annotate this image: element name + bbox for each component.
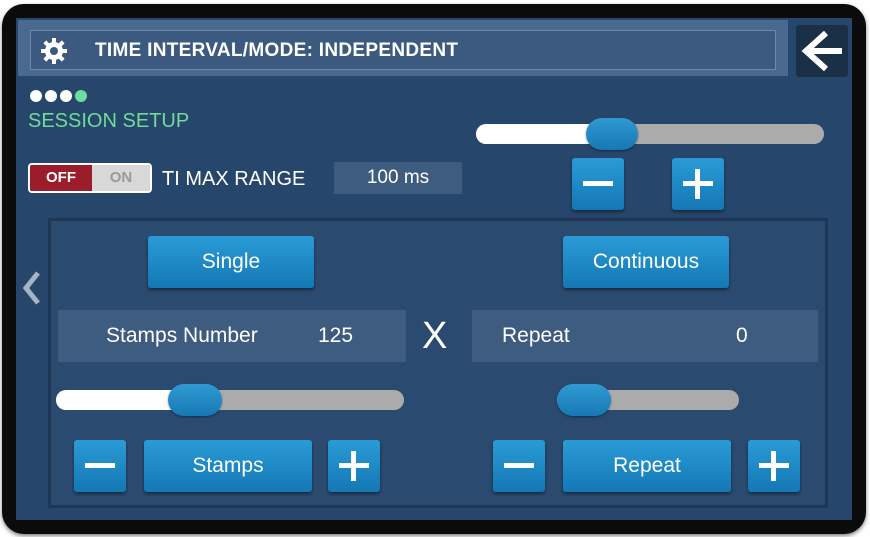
ti-max-range-toggle[interactable]: OFF ON (28, 163, 152, 193)
multiply-sign: X (422, 315, 448, 357)
back-button[interactable] (796, 25, 848, 77)
repeat-value: 0 (736, 324, 748, 347)
step-dot (30, 90, 42, 102)
gear-icon[interactable] (41, 38, 67, 64)
plus-icon (759, 451, 789, 481)
repeat-label: Repeat (502, 324, 570, 347)
step-dot (45, 90, 57, 102)
stamps-increase-button[interactable] (328, 440, 380, 492)
repeat-box: Repeat 0 (472, 310, 818, 362)
plus-icon (339, 451, 369, 481)
repeat-decrease-button[interactable] (493, 440, 545, 492)
repeat-button[interactable]: Repeat (563, 440, 731, 492)
stamps-number-label: Stamps Number (106, 324, 258, 347)
ti-max-range-slider[interactable] (476, 118, 824, 150)
ti-max-range-label: TI MAX RANGE (162, 168, 306, 190)
minus-icon (504, 463, 534, 468)
step-dot (60, 90, 72, 102)
screen: TIME INTERVAL/MODE: INDEPENDENT SESSION … (16, 18, 852, 520)
page-title: TIME INTERVAL/MODE: INDEPENDENT (95, 40, 459, 61)
ti-decrease-button[interactable] (572, 158, 624, 210)
minus-icon (583, 181, 613, 186)
ti-max-range-value: 100 ms (334, 162, 462, 194)
slider-thumb[interactable] (168, 384, 222, 416)
repeat-increase-button[interactable] (748, 440, 800, 492)
ti-increase-button[interactable] (672, 158, 724, 210)
device-frame: TIME INTERVAL/MODE: INDEPENDENT SESSION … (2, 4, 866, 534)
session-setup-label: SESSION SETUP (28, 110, 190, 132)
toggle-off-label: OFF (30, 165, 92, 191)
slider-thumb[interactable] (586, 118, 638, 150)
step-dot-current (75, 90, 87, 102)
single-button[interactable]: Single (148, 236, 314, 288)
toggle-on-label: ON (92, 165, 150, 191)
slider-thumb[interactable] (557, 384, 611, 416)
title-bar: TIME INTERVAL/MODE: INDEPENDENT (18, 20, 788, 76)
arrow-left-icon (801, 30, 842, 72)
plus-icon (683, 169, 713, 199)
stamps-number-value: 125 (318, 324, 354, 347)
stamps-button[interactable]: Stamps (144, 440, 312, 492)
stamps-decrease-button[interactable] (74, 440, 126, 492)
chevron-left-icon[interactable] (20, 270, 44, 306)
stamps-number-box: Stamps Number 125 (58, 310, 406, 362)
minus-icon (85, 463, 115, 468)
repeat-slider[interactable] (557, 384, 739, 416)
continuous-button[interactable]: Continuous (563, 236, 729, 288)
stamps-slider[interactable] (56, 384, 404, 416)
title-box: TIME INTERVAL/MODE: INDEPENDENT (30, 30, 776, 70)
